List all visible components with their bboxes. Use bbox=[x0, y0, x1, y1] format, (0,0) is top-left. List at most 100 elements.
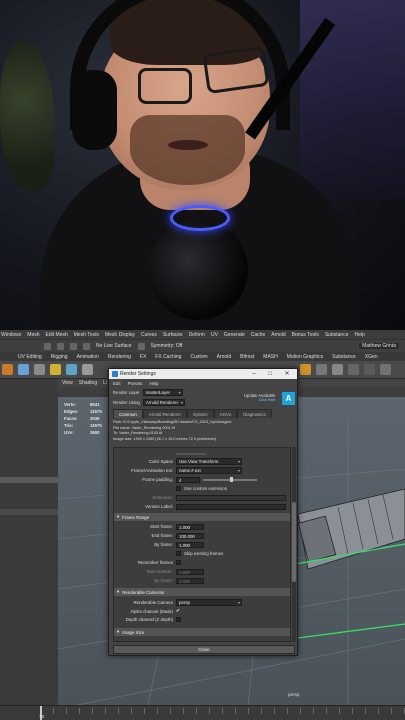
shelf-tab-fx-caching[interactable]: FX Caching bbox=[155, 354, 181, 360]
by-frame-2-field[interactable]: 1.000 bbox=[176, 577, 204, 584]
settings-scroll-area[interactable]: Color Space Use View Transform Frame/Ani… bbox=[113, 447, 291, 642]
frame-padding-slider[interactable] bbox=[203, 476, 257, 483]
render-icon[interactable] bbox=[50, 364, 61, 375]
snap-curve-icon[interactable] bbox=[70, 342, 77, 350]
render-layer-dropdown[interactable]: masterLayer bbox=[142, 388, 183, 396]
shelf-tab-motion-graphics[interactable]: Motion Graphics bbox=[287, 354, 323, 360]
skip-existing-checkbox[interactable] bbox=[176, 551, 181, 556]
user-account[interactable]: Matthew Grinta bbox=[359, 343, 399, 349]
live-surface-label[interactable]: No Live Surface bbox=[96, 343, 132, 349]
symmetry-dropdown[interactable]: Symmetry: Off bbox=[151, 343, 183, 349]
settings-scrollbar[interactable] bbox=[292, 447, 296, 642]
shelf-tab-rendering[interactable]: Rendering bbox=[108, 354, 131, 360]
timeline[interactable]: 70 bbox=[0, 705, 405, 720]
image-size-section[interactable]: ▾ Image Size bbox=[114, 628, 290, 636]
shelf-tab-substance[interactable]: Substance bbox=[332, 354, 356, 360]
snap-icon[interactable] bbox=[57, 342, 64, 350]
frame-padding-field[interactable]: 4 bbox=[176, 476, 200, 483]
shelf-tab-animation[interactable]: Animation bbox=[77, 354, 99, 360]
tab-system[interactable]: System bbox=[187, 409, 214, 418]
skip-existing-row: Skip existing frames bbox=[114, 550, 290, 557]
viewport-menu-shading[interactable]: Shading bbox=[79, 380, 97, 386]
torus-icon[interactable] bbox=[364, 364, 375, 375]
renumber-checkbox[interactable] bbox=[176, 560, 181, 565]
frame-anim-dropdown[interactable]: name.#.ext bbox=[176, 467, 242, 474]
update-notice[interactable]: Update Available Click Here bbox=[244, 393, 275, 402]
tab-arnold-renderer[interactable]: Arnold Renderer bbox=[142, 409, 188, 418]
shelf-tab-rigging[interactable]: Rigging bbox=[51, 354, 68, 360]
minimize-icon[interactable]: – bbox=[248, 370, 260, 378]
light-icon[interactable] bbox=[18, 364, 29, 375]
menu-deform[interactable]: Deform bbox=[189, 332, 205, 338]
cylinder-icon[interactable] bbox=[332, 364, 343, 375]
menu-mesh-display[interactable]: Mesh Display bbox=[105, 332, 135, 338]
version-label-field[interactable] bbox=[176, 503, 286, 510]
viewport-menu-li[interactable]: Li bbox=[103, 380, 107, 386]
update-link[interactable]: Click Here bbox=[244, 398, 276, 402]
lightsaber-model[interactable] bbox=[297, 488, 405, 570]
magnet-icon[interactable] bbox=[44, 342, 51, 350]
shelf-tab-arnold[interactable]: Arnold bbox=[217, 354, 231, 360]
menu-curves[interactable]: Curves bbox=[141, 332, 157, 338]
snap-point-icon[interactable] bbox=[83, 342, 90, 350]
frame-anim-row: Frame/Animation ext: name.#.ext bbox=[114, 467, 290, 474]
sphere-icon[interactable] bbox=[316, 364, 327, 375]
menu-bonus-tools[interactable]: Bonus Tools bbox=[292, 332, 319, 338]
close-button[interactable]: Close bbox=[113, 645, 295, 654]
depth-channel-checkbox[interactable] bbox=[176, 617, 181, 622]
shelf-tab-uv-editing[interactable]: UV Editing bbox=[18, 354, 42, 360]
alpha-channel-row: Alpha channel (Mask) ✔ bbox=[114, 608, 290, 615]
render-using-dropdown[interactable]: Arnold Renderer bbox=[142, 398, 185, 406]
sun-icon[interactable] bbox=[2, 364, 13, 375]
outliner-row[interactable] bbox=[0, 509, 58, 515]
tab-common[interactable]: Common bbox=[113, 409, 143, 418]
tab-diagnostics[interactable]: Diagnostics bbox=[237, 409, 272, 418]
shelf-tab-fx[interactable]: FX bbox=[140, 354, 146, 360]
by-frame-field[interactable]: 1.000 bbox=[176, 541, 204, 548]
arnold-logo-icon: A bbox=[282, 392, 295, 405]
camera-icon[interactable] bbox=[34, 364, 45, 375]
end-frame-field[interactable]: 100.000 bbox=[176, 532, 204, 539]
close-icon[interactable]: ✕ bbox=[281, 370, 293, 378]
menu-help[interactable]: Help bbox=[354, 332, 364, 338]
microphone bbox=[148, 220, 248, 320]
menu-mesh-tools[interactable]: Mesh Tools bbox=[74, 332, 99, 338]
start-number-field[interactable]: 1.000 bbox=[176, 568, 204, 575]
dialog-menu-edit[interactable]: Edit bbox=[113, 381, 121, 386]
menu-generate[interactable]: Generate bbox=[224, 332, 245, 338]
outliner-selected-row[interactable] bbox=[0, 477, 58, 483]
plane-icon[interactable] bbox=[348, 364, 359, 375]
viewport-menu-view[interactable]: View bbox=[62, 380, 73, 386]
extension-field[interactable] bbox=[176, 494, 286, 501]
menu-edit-mesh[interactable]: Edit Mesh bbox=[46, 332, 68, 338]
renderable-cameras-section[interactable]: ▾ Renderable Cameras bbox=[114, 588, 290, 596]
menu-surfaces[interactable]: Surfaces bbox=[163, 332, 183, 338]
menu-mesh[interactable]: Mesh bbox=[27, 332, 39, 338]
shelf-tab-custom[interactable]: Custom bbox=[190, 354, 207, 360]
color-space-dropdown[interactable]: Use View Transform bbox=[176, 458, 242, 465]
frame-range-section[interactable]: ▾ Frame Range bbox=[114, 513, 290, 521]
cone-icon[interactable] bbox=[380, 364, 391, 375]
grid-icon[interactable] bbox=[82, 364, 93, 375]
menu-windows[interactable]: Windows bbox=[1, 332, 21, 338]
dialog-menu-help[interactable]: Help bbox=[149, 381, 158, 386]
maximize-icon[interactable]: □ bbox=[264, 370, 276, 378]
menu-arnold[interactable]: Arnold bbox=[271, 332, 285, 338]
start-frame-field[interactable]: 1.000 bbox=[176, 523, 204, 530]
tab-aovs[interactable]: AOVs bbox=[213, 409, 238, 418]
dialog-titlebar[interactable]: Render Settings – □ ✕ bbox=[109, 369, 297, 379]
custom-ext-checkbox[interactable] bbox=[176, 486, 181, 491]
shelf-tab-xgen[interactable]: XGen bbox=[365, 354, 378, 360]
menu-substance[interactable]: Substance bbox=[325, 332, 349, 338]
menu-uv[interactable]: UV bbox=[211, 332, 218, 338]
checkmark-icon[interactable]: ✔ bbox=[176, 609, 180, 614]
dialog-menu-presets[interactable]: Presets bbox=[128, 381, 143, 386]
renderable-camera-dropdown[interactable]: persp bbox=[176, 599, 242, 606]
scrollbar-thumb[interactable] bbox=[292, 502, 296, 582]
slider-handle[interactable] bbox=[230, 477, 233, 482]
cube-icon[interactable] bbox=[300, 364, 311, 375]
shelf-tab-mash[interactable]: MASH bbox=[263, 354, 277, 360]
menu-cache[interactable]: Cache bbox=[251, 332, 265, 338]
shelf-tab-bifrost[interactable]: Bifrost bbox=[240, 354, 254, 360]
ipr-icon[interactable] bbox=[66, 364, 77, 375]
